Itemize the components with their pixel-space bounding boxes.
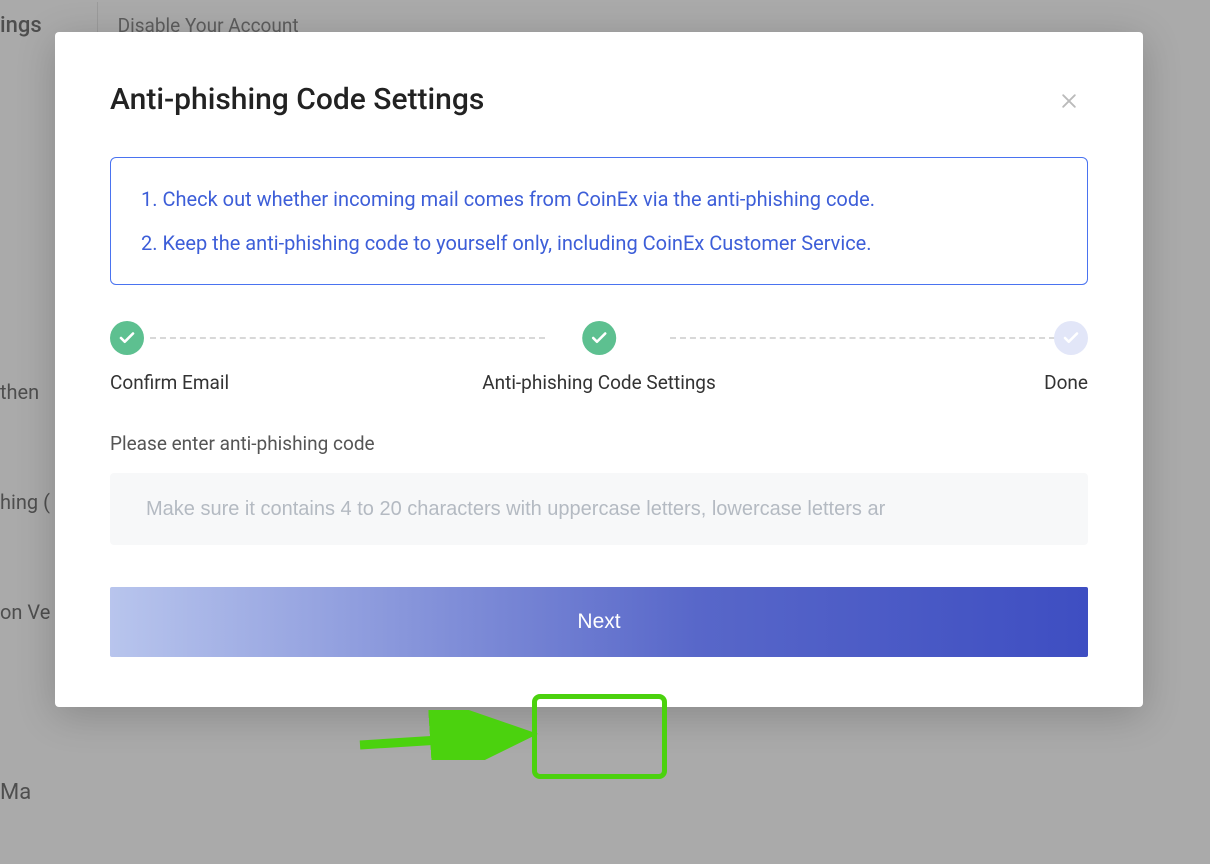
close-button[interactable] [1055,87,1083,115]
check-icon [590,329,608,347]
step-3: Done [1044,321,1088,394]
close-icon [1059,91,1079,111]
check-icon [1062,329,1080,347]
check-icon [118,329,136,347]
step-2: Anti-phishing Code Settings [482,321,716,394]
step-1: Confirm Email [110,321,229,394]
stepper: Confirm Email Anti-phishing Code Setting… [110,321,1088,394]
antiphishing-modal: Anti-phishing Code Settings 1. Check out… [55,32,1143,707]
step-circle-done [110,321,144,355]
info-box: 1. Check out whether incoming mail comes… [110,157,1088,285]
antiphishing-code-input[interactable] [110,473,1088,545]
step-circle-done [582,321,616,355]
info-line-1: 1. Check out whether incoming mail comes… [141,182,1057,216]
modal-title: Anti-phishing Code Settings [110,82,1088,117]
input-label: Please enter anti-phishing code [110,432,1088,455]
step-connector [670,337,1065,339]
info-line-2: 2. Keep the anti-phishing code to yourse… [141,226,1057,260]
step-label: Anti-phishing Code Settings [482,371,716,394]
step-circle-pending [1054,321,1088,355]
next-button-label: Next [577,610,620,634]
step-label: Confirm Email [110,371,229,394]
next-button[interactable]: Next [110,587,1088,657]
step-label: Done [1044,371,1088,394]
